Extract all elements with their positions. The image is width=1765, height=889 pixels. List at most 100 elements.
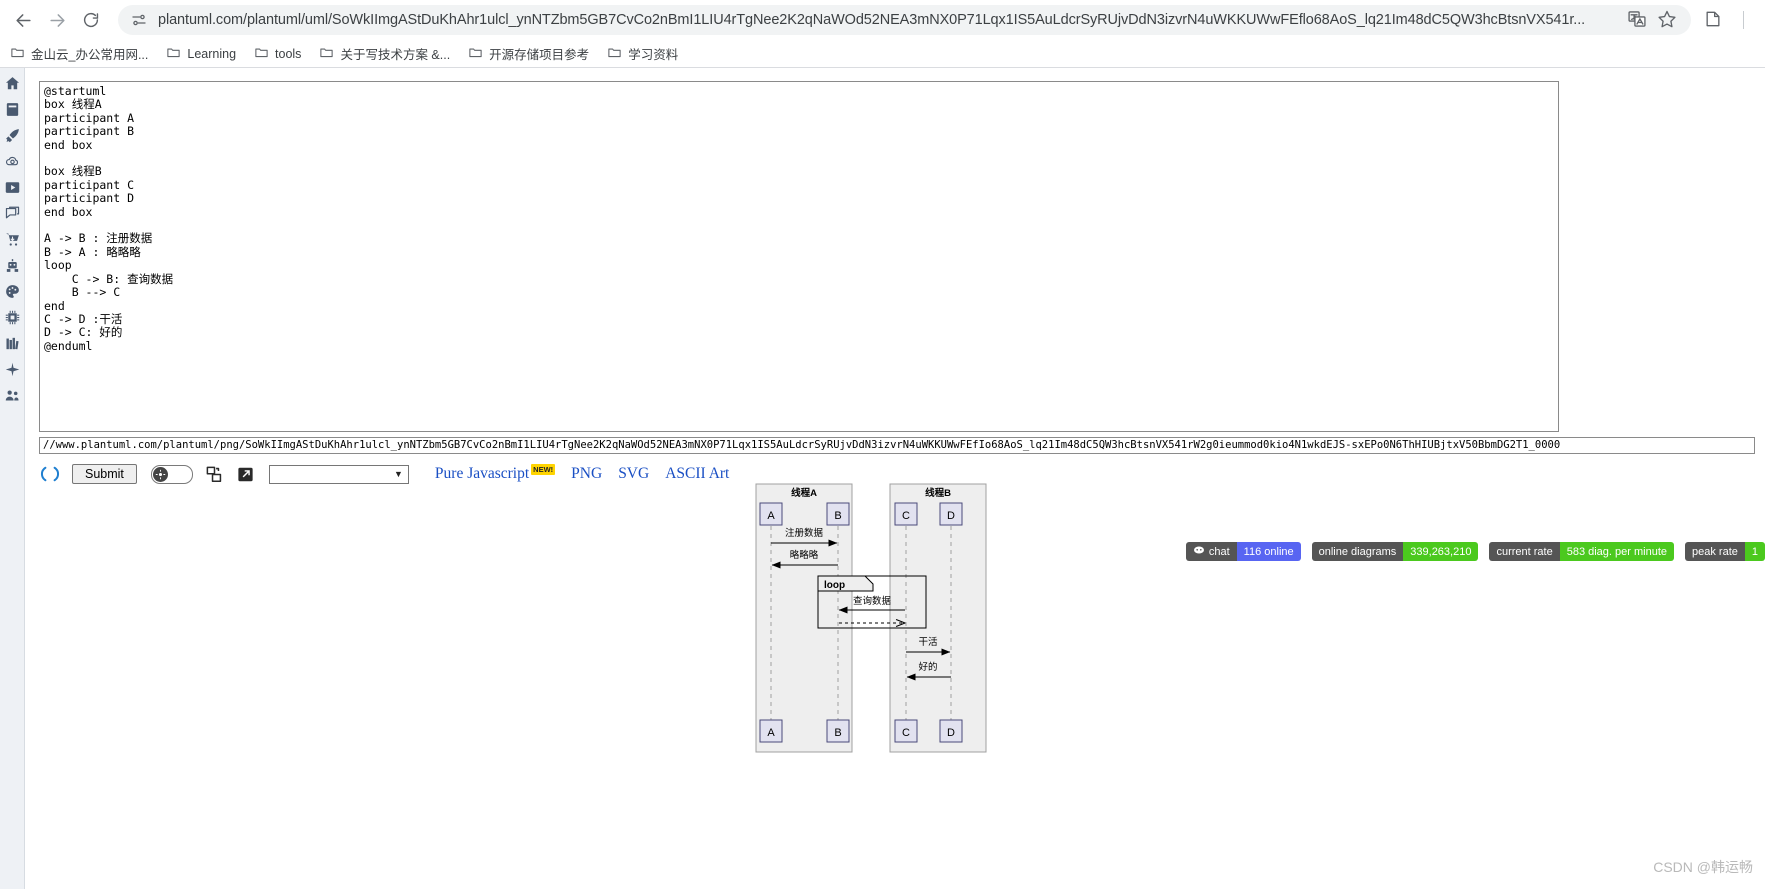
reload-icon xyxy=(82,11,100,29)
bookmark-label: 开源存储项目参考 xyxy=(489,48,590,62)
forward-button[interactable] xyxy=(42,5,72,35)
address-bar[interactable]: plantuml.com/plantuml/uml/SoWkIImgAStDuK… xyxy=(118,5,1691,35)
sequence-diagram: 线程A 线程B A B C D A B C D 注册数据 略略略 loop 查询… xyxy=(755,483,995,766)
browser-nav-bar: plantuml.com/plantuml/uml/SoWkIImgAStDuK… xyxy=(0,0,1765,40)
bookmark-item-2[interactable]: tools xyxy=(254,45,301,63)
msg-label-1: 略略略 xyxy=(790,549,819,561)
address-bar-url: plantuml.com/plantuml/uml/SoWkIImgAStDuK… xyxy=(158,12,1586,28)
svg-text:A: A xyxy=(767,510,775,522)
download-cart-icon[interactable] xyxy=(3,230,22,249)
bookmark-item-3[interactable]: 关于写技术方案 &... xyxy=(319,44,450,63)
svg-text:B: B xyxy=(834,727,841,739)
link-png[interactable]: PNG xyxy=(571,465,602,483)
folder-icon xyxy=(10,45,31,63)
star-icon[interactable] xyxy=(1657,9,1679,31)
folder-icon xyxy=(254,45,275,63)
bookmark-label: 学习资料 xyxy=(628,48,679,62)
msg-label-0: 注册数据 xyxy=(785,527,824,539)
forward-arrow-icon xyxy=(48,11,67,30)
page-content: @startuml box 线程A participant A particip… xyxy=(0,68,1765,889)
extensions-button[interactable] xyxy=(1699,6,1727,34)
badge-label: peak rate xyxy=(1685,542,1745,561)
divider-icon xyxy=(1742,11,1744,29)
paste-icon[interactable] xyxy=(236,465,255,484)
discord-icon xyxy=(1193,544,1209,559)
folder-icon xyxy=(607,45,628,63)
rocket-icon[interactable] xyxy=(3,126,22,145)
back-arrow-icon xyxy=(14,11,33,30)
theme-toggle[interactable] xyxy=(150,464,193,484)
status-badges: chat 116 online online diagrams 339,263,… xyxy=(1175,542,1765,561)
link-svg[interactable]: SVG xyxy=(618,465,649,483)
svg-text:B: B xyxy=(834,510,841,522)
comment-icon[interactable] xyxy=(3,204,22,223)
plane-icon[interactable] xyxy=(3,360,22,379)
cloud-icon[interactable] xyxy=(3,152,22,171)
copy-icon[interactable] xyxy=(205,465,224,484)
badge-value: 1 xyxy=(1744,542,1765,561)
link-ascii-art[interactable]: ASCII Art xyxy=(665,465,729,483)
badge-label-text: chat xyxy=(1208,545,1230,558)
refresh-icon[interactable] xyxy=(39,463,61,485)
badge-value: 339,263,210 xyxy=(1403,542,1479,561)
bookmark-label: tools xyxy=(275,46,302,61)
link-pure-javascript[interactable]: Pure Javascript NEW! xyxy=(435,464,556,483)
translate-icon[interactable] xyxy=(1627,9,1649,31)
plantuml-editor: @startuml box 线程A participant A particip… xyxy=(39,81,1759,486)
video-play-icon[interactable] xyxy=(3,178,22,197)
msg-label-5: 好的 xyxy=(918,661,937,673)
palette-icon[interactable] xyxy=(3,282,22,301)
status-badge-current-rate[interactable]: current rate 583 diag. per minute xyxy=(1489,542,1674,561)
home-icon[interactable] xyxy=(3,74,22,93)
bookmark-item-4[interactable]: 开源存储项目参考 xyxy=(468,44,589,63)
theme-select[interactable]: ▼ xyxy=(268,464,409,484)
bookmark-label: Learning xyxy=(187,46,237,61)
box-b-title: 线程B xyxy=(925,487,951,499)
box-a-title: 线程A xyxy=(791,487,817,499)
svg-text:C: C xyxy=(902,510,910,522)
badge-label: online diagrams xyxy=(1311,542,1404,561)
badge-value: 116 online xyxy=(1236,542,1301,561)
watermark: CSDN @韩运畅 xyxy=(1653,859,1753,875)
bookmark-label: 关于写技术方案 &... xyxy=(340,48,451,62)
bookmark-label: 金山云_办公常用网... xyxy=(31,48,149,62)
folder-icon xyxy=(468,45,489,63)
toggle-knob-icon xyxy=(152,466,168,482)
diagram-svg: 线程A 线程B A B C D A B C D 注册数据 略略略 loop 查询… xyxy=(755,483,987,753)
msg-label-4: 干活 xyxy=(918,636,938,648)
chip-icon[interactable] xyxy=(3,308,22,327)
site-settings-icon[interactable] xyxy=(130,11,148,29)
bookmark-item-1[interactable]: Learning xyxy=(166,45,236,63)
folder-icon xyxy=(319,45,340,63)
submit-button[interactable]: Submit xyxy=(72,464,137,484)
bookmark-item-5[interactable]: 学习资料 xyxy=(607,44,678,63)
generated-url-field[interactable]: //www.plantuml.com/plantuml/png/SoWkIImg… xyxy=(39,437,1755,454)
reload-button[interactable] xyxy=(76,5,106,35)
loop-label: loop xyxy=(824,580,845,591)
bookmark-item-0[interactable]: 金山云_办公常用网... xyxy=(10,44,148,63)
new-badge: NEW! xyxy=(531,464,556,476)
svg-text:D: D xyxy=(947,510,955,522)
folder-icon xyxy=(166,45,187,63)
status-badge-chat[interactable]: chat 116 online xyxy=(1185,542,1301,561)
robot-icon[interactable] xyxy=(3,256,22,275)
books-icon[interactable] xyxy=(3,334,22,353)
profile-button[interactable] xyxy=(1729,6,1757,34)
chevron-down-icon: ▼ xyxy=(393,469,403,479)
svg-text:D: D xyxy=(947,727,955,739)
svg-text:A: A xyxy=(767,727,775,739)
browser-window: plantuml.com/plantuml/uml/SoWkIImgAStDuK… xyxy=(0,0,1765,889)
badge-label: current rate xyxy=(1489,542,1560,561)
plantuml-source-textarea[interactable]: @startuml box 线程A participant A particip… xyxy=(39,81,1559,432)
bookmarks-bar: 金山云_办公常用网... Learning tools 关于写技术方案 &...… xyxy=(0,40,1765,67)
people-icon[interactable] xyxy=(3,386,22,405)
badge-label: chat xyxy=(1185,542,1237,561)
status-badge-peak-rate[interactable]: peak rate 1 xyxy=(1685,542,1765,561)
svg-text:C: C xyxy=(902,727,910,739)
msg-label-2: 查询数据 xyxy=(853,595,892,607)
extensions-icon xyxy=(1703,9,1723,32)
back-button[interactable] xyxy=(8,5,38,35)
status-badge-online-diagrams[interactable]: online diagrams 339,263,210 xyxy=(1311,542,1479,561)
badge-value: 583 diag. per minute xyxy=(1559,542,1674,561)
book-icon[interactable] xyxy=(3,100,22,119)
